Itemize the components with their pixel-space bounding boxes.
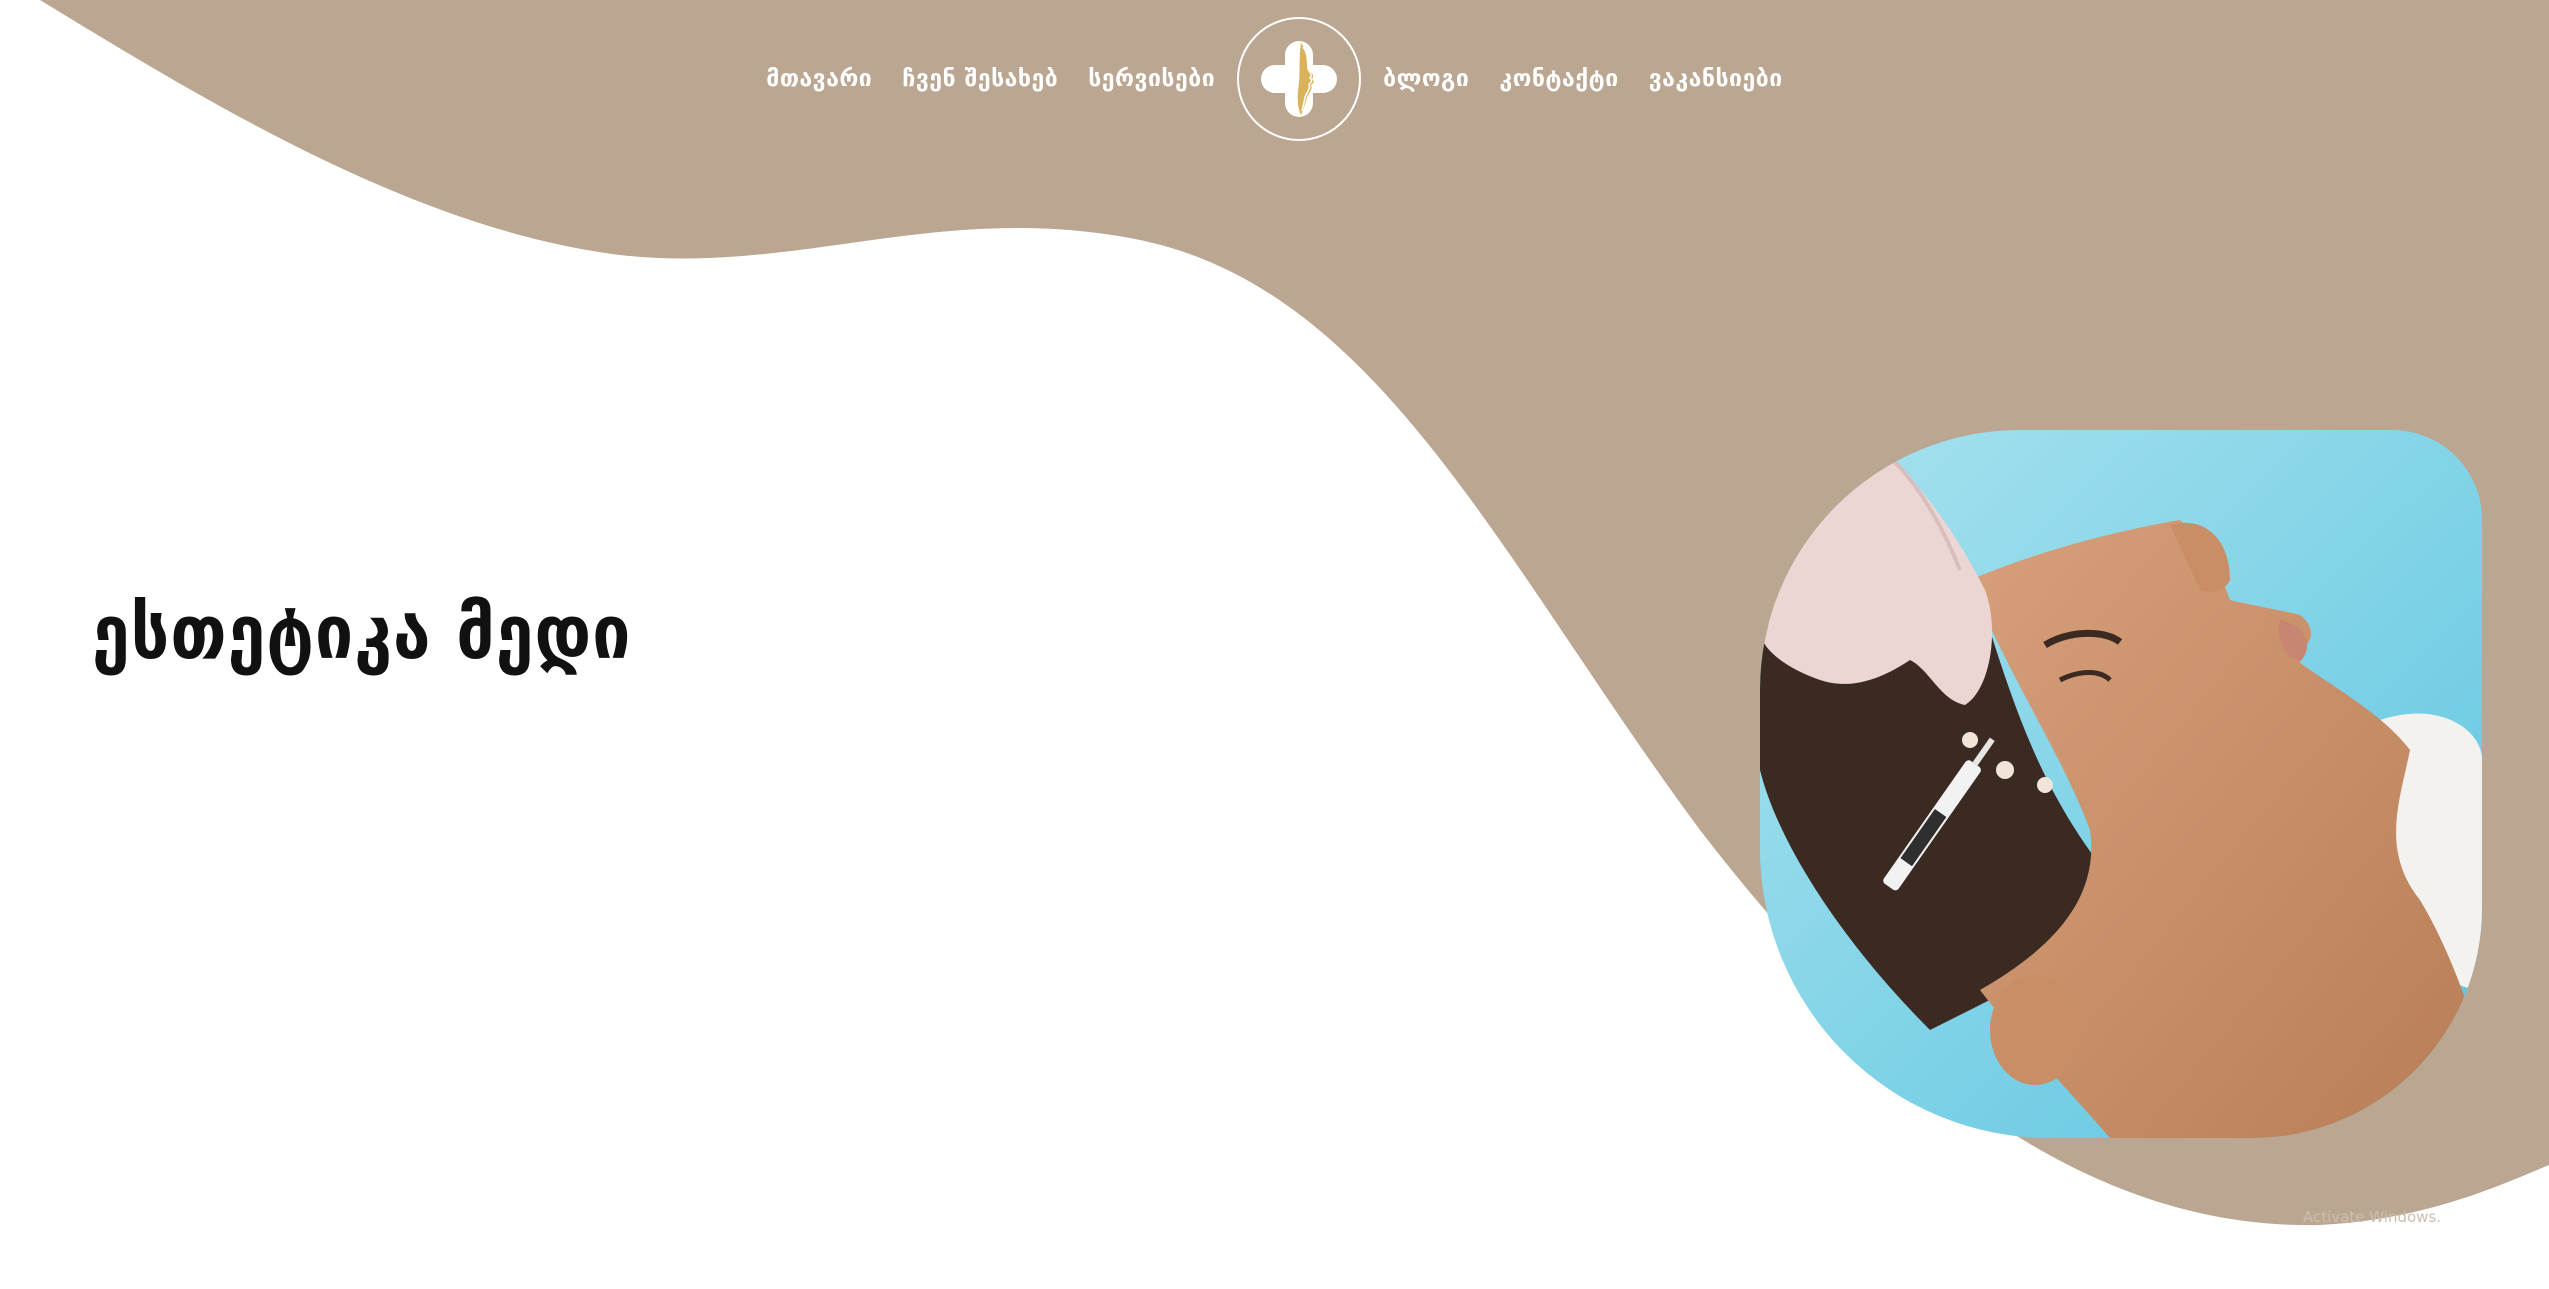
page: მთავარი ჩვენ შესახებ სერვისები ბლოგი კონ… — [0, 0, 2549, 1289]
facial-injection-photo — [1760, 430, 2482, 1138]
site-logo[interactable] — [1237, 17, 1362, 141]
nav-link-vacancies[interactable]: ვაკანსიები — [1649, 66, 1783, 92]
hero-image — [1760, 430, 2482, 1138]
cross-face-logo-icon — [1261, 41, 1338, 117]
main-navigation: მთავარი ჩვენ შესახებ სერვისები ბლოგი კონ… — [0, 14, 2549, 144]
nav-link-blog[interactable]: ბლოგი — [1383, 66, 1469, 92]
os-activation-watermark: Activate Windows. — [2303, 1208, 2441, 1226]
nav-link-services[interactable]: სერვისები — [1088, 66, 1215, 92]
hero-title: ესთეტიკა მედი — [92, 590, 632, 676]
nav-right-group: ბლოგი კონტაქტი ვაკანსიები — [1383, 66, 1783, 92]
nav-link-home[interactable]: მთავარი — [766, 66, 872, 92]
nav-link-contact[interactable]: კონტაქტი — [1499, 66, 1618, 92]
nav-left-group: მთავარი ჩვენ შესახებ სერვისები — [766, 66, 1215, 92]
nav-link-about[interactable]: ჩვენ შესახებ — [902, 66, 1058, 92]
